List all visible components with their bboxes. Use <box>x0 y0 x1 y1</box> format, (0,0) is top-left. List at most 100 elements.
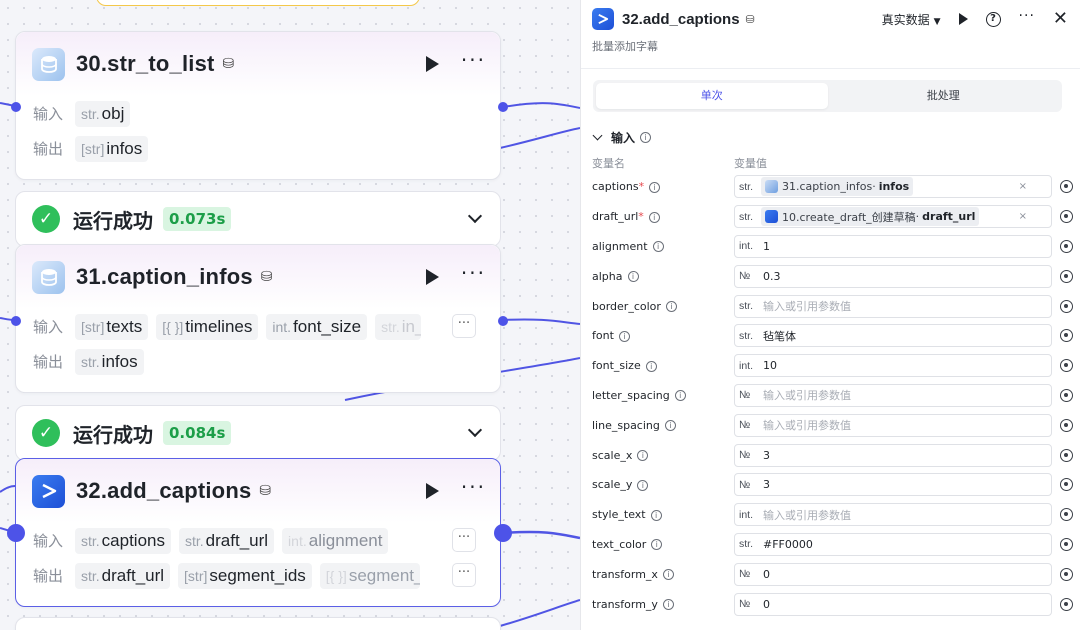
more-options-button[interactable]: ··· <box>461 263 486 283</box>
output-chip: str. draft_url <box>75 562 171 589</box>
run-node-button[interactable] <box>425 56 439 72</box>
param-value-field[interactable]: № 3 <box>734 443 1073 467</box>
run-status-bar[interactable]: ✓ 运行成功 0.084s <box>15 405 501 461</box>
param-value-field[interactable]: int. 输入或引用参数值 <box>734 503 1073 527</box>
param-value[interactable]: 0.3 <box>763 270 781 283</box>
output-port[interactable] <box>494 524 512 542</box>
run-node-button[interactable] <box>425 483 439 499</box>
info-icon: i <box>651 539 663 551</box>
param-value-field[interactable]: № 0 <box>734 562 1073 586</box>
plugin-icon: ⛁ <box>222 56 235 72</box>
variable-select-icon[interactable] <box>1060 567 1073 581</box>
param-value[interactable]: 毡笔体 <box>763 328 796 344</box>
reference-chip[interactable]: 10.create_draft_创建草稿 · draft_url <box>761 207 980 227</box>
node-32-add-captions[interactable]: 32.add_captions ⛁ ··· 输入 str. captions st… <box>15 458 501 607</box>
tab-batch[interactable]: 批处理 <box>828 83 1060 109</box>
variable-select-icon[interactable] <box>1060 478 1073 492</box>
node-header[interactable]: 32.add_captions ⛁ ··· <box>16 459 500 523</box>
node-31-caption-infos[interactable]: 31.caption_infos ⛁ ··· 输入 [str] texts [{ … <box>15 244 501 393</box>
run-button[interactable] <box>958 13 968 25</box>
node-header[interactable]: 31.caption_infos ⛁ ··· <box>16 245 500 309</box>
node-30-str-to-list[interactable]: 30.str_to_list ⛁ ··· 输入 str. obj 输出 [str]… <box>15 31 501 180</box>
more-options-button[interactable]: ··· <box>1019 8 1035 24</box>
param-placeholder[interactable]: 输入或引用参数值 <box>763 507 851 523</box>
param-value-field[interactable]: № 0 <box>734 592 1073 616</box>
input-port[interactable] <box>11 102 21 112</box>
variable-select-icon[interactable] <box>1060 537 1073 551</box>
param-name: letter_spacing i <box>592 389 734 402</box>
more-options-button[interactable]: ··· <box>461 477 486 497</box>
output-chip: str. infos <box>75 348 144 375</box>
close-icon[interactable]: ✕ <box>1053 10 1068 28</box>
param-value[interactable]: #FF0000 <box>763 538 813 551</box>
chevron-down-icon[interactable] <box>592 130 603 140</box>
param-value[interactable]: 0 <box>763 568 770 581</box>
chevron-down-icon[interactable] <box>467 208 483 224</box>
param-name: alignment i <box>592 240 734 253</box>
column-headers: 变量名 变量值 <box>581 155 1080 170</box>
tab-single[interactable]: 单次 <box>596 83 828 109</box>
run-node-button[interactable] <box>425 269 439 285</box>
param-value-field[interactable]: str. 31.caption_infos · infos × <box>734 175 1073 199</box>
output-label: 输出 <box>33 353 64 371</box>
param-list: captions* i str. 31.caption_infos · infos × d… <box>581 172 1080 619</box>
param-value-field[interactable]: int. 1 <box>734 234 1073 258</box>
variable-select-icon[interactable] <box>1060 299 1073 313</box>
output-port[interactable] <box>498 316 508 326</box>
previous-node-stub[interactable] <box>96 0 420 6</box>
param-value[interactable]: 10 <box>763 359 777 372</box>
param-value-field[interactable]: № 0.3 <box>734 264 1073 288</box>
param-type-tag: str. <box>739 329 754 342</box>
param-value[interactable]: 1 <box>763 240 770 253</box>
chevron-down-icon[interactable] <box>467 422 483 438</box>
variable-select-icon[interactable] <box>1060 239 1073 253</box>
variable-select-icon[interactable] <box>1060 418 1073 432</box>
param-placeholder[interactable]: 输入或引用参数值 <box>763 417 851 433</box>
more-outputs-button[interactable]: ··· <box>452 563 476 587</box>
param-value-field[interactable]: str. 输入或引用参数值 <box>734 294 1073 318</box>
variable-select-icon[interactable] <box>1060 597 1073 611</box>
variable-select-icon[interactable] <box>1060 359 1073 373</box>
param-value-field[interactable]: str. #FF0000 <box>734 532 1073 556</box>
node-header[interactable]: 30.str_to_list ⛁ ··· <box>16 32 500 96</box>
more-options-button[interactable]: ··· <box>461 50 486 70</box>
param-value[interactable]: 3 <box>763 449 770 462</box>
run-status-bar[interactable]: ✓ 运行成功 0.073s <box>15 191 501 247</box>
param-placeholder[interactable]: 输入或引用参数值 <box>763 298 851 314</box>
param-value-field[interactable]: № 输入或引用参数值 <box>734 413 1073 437</box>
param-value-field[interactable]: № 3 <box>734 473 1073 497</box>
output-port[interactable] <box>498 102 508 112</box>
variable-select-icon[interactable] <box>1060 180 1073 194</box>
variable-select-icon[interactable] <box>1060 329 1073 343</box>
caret-down-icon: ▼ <box>933 16 941 27</box>
param-value[interactable]: 3 <box>763 478 770 491</box>
clear-reference-icon[interactable]: × <box>1019 181 1027 192</box>
param-value-field[interactable]: str. 10.create_draft_创建草稿 · draft_url × <box>734 205 1073 229</box>
input-port[interactable] <box>7 524 25 542</box>
variable-select-icon[interactable] <box>1060 388 1073 402</box>
status-text: 运行成功 <box>73 422 153 447</box>
param-value-field[interactable]: int. 10 <box>734 354 1073 378</box>
workflow-canvas[interactable]: 30.str_to_list ⛁ ··· 输入 str. obj 输出 [str]… <box>0 0 580 630</box>
data-source-select[interactable]: 真实数据 ▼ <box>882 11 941 28</box>
param-placeholder[interactable]: 输入或引用参数值 <box>763 387 851 403</box>
variable-select-icon[interactable] <box>1060 210 1073 224</box>
variable-select-icon[interactable] <box>1060 269 1073 283</box>
input-port[interactable] <box>11 316 21 326</box>
capcut-icon <box>32 474 65 508</box>
panel-header: 32.add_captions ⛁ 真实数据 ▼ ? ··· ✕ <box>581 3 1080 35</box>
clear-reference-icon[interactable]: × <box>1019 211 1027 222</box>
input-section-header[interactable]: 输入 i <box>581 128 1080 146</box>
help-icon[interactable]: ? <box>985 11 1001 27</box>
param-value-field[interactable]: № 输入或引用参数值 <box>734 383 1073 407</box>
more-inputs-button[interactable]: ··· <box>452 528 476 552</box>
variable-select-icon[interactable] <box>1060 448 1073 462</box>
reference-chip[interactable]: 31.caption_infos · infos <box>761 177 914 197</box>
output-label: 输出 <box>33 567 64 585</box>
param-value-field[interactable]: str. 毡笔体 <box>734 324 1073 348</box>
param-value[interactable]: 0 <box>763 598 770 611</box>
input-label: 输入 <box>33 532 64 550</box>
next-node-stub[interactable] <box>15 617 501 630</box>
variable-select-icon[interactable] <box>1060 508 1073 522</box>
more-inputs-button[interactable]: ··· <box>452 314 476 338</box>
